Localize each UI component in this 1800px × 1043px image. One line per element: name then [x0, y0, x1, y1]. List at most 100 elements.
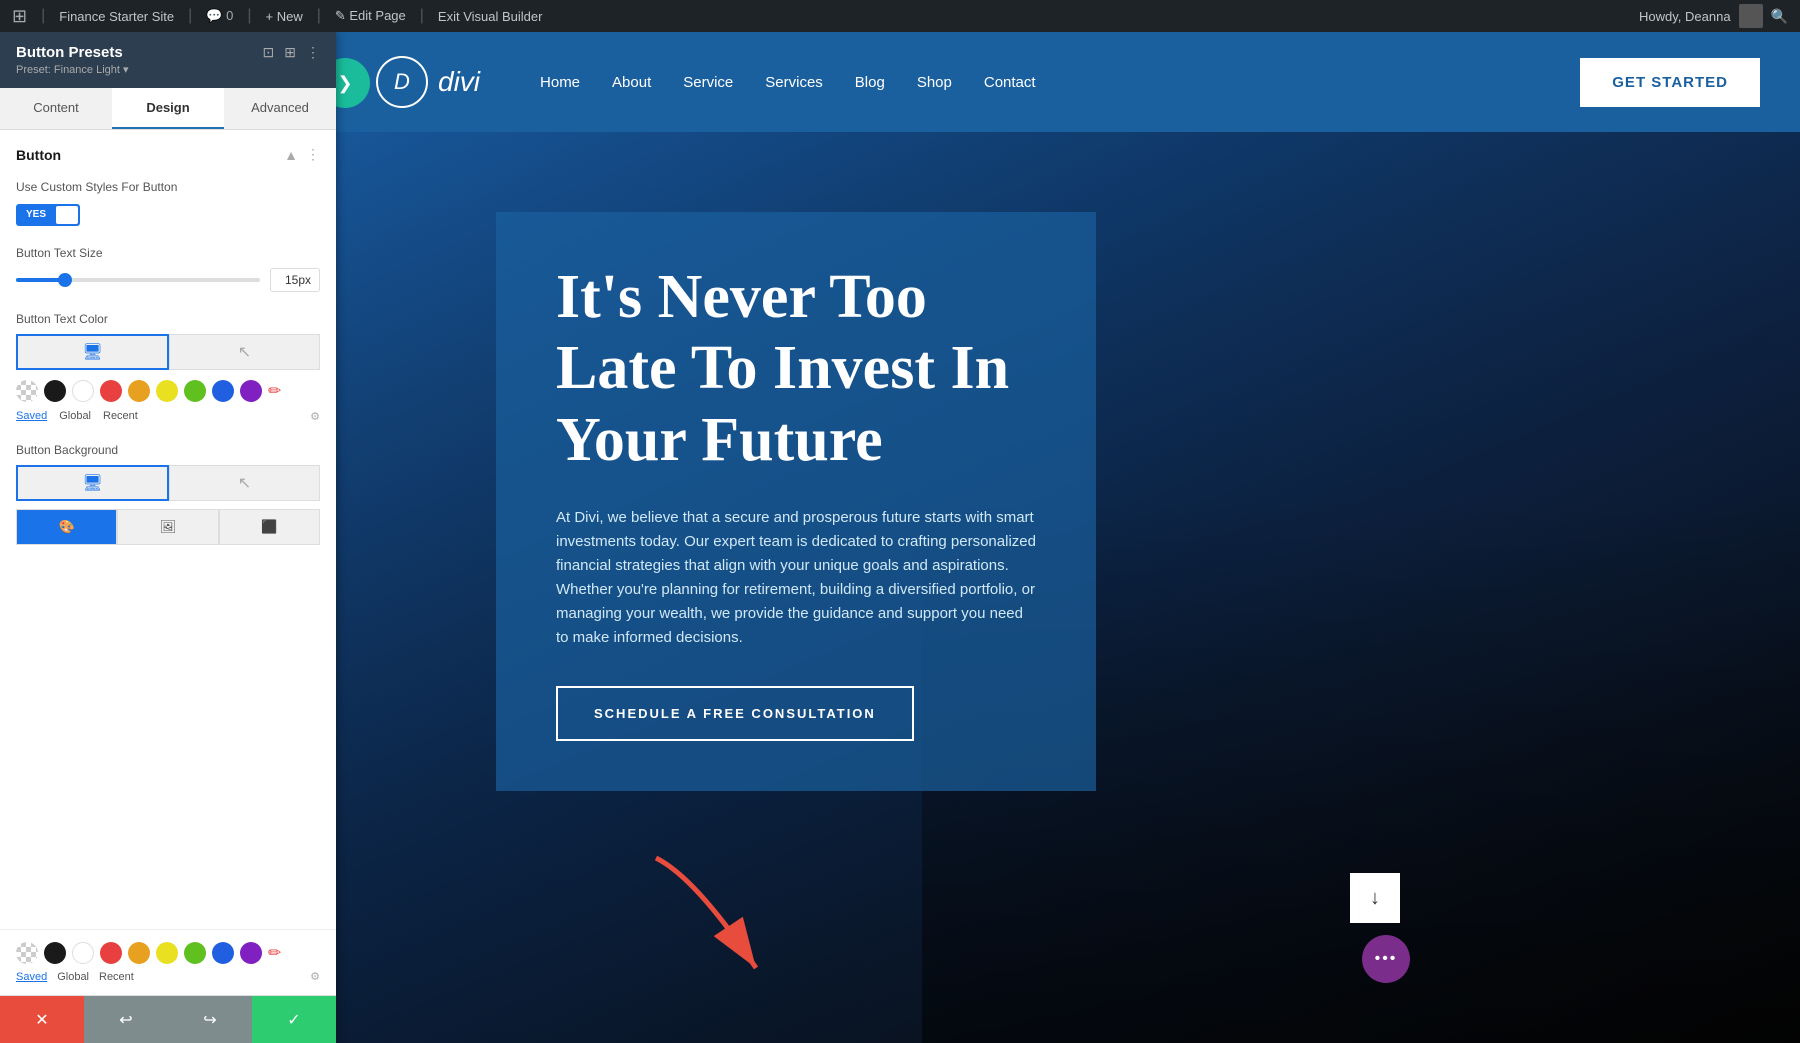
bottom-swatch-transparent[interactable] [16, 942, 38, 964]
color-tab-global[interactable]: Global [59, 410, 91, 423]
slider-thumb[interactable] [58, 273, 72, 287]
bottom-eyedropper-icon[interactable]: ✏ [268, 943, 281, 963]
bottom-tabs-row: Saved Global Recent ⚙ [16, 970, 320, 983]
bottom-tab-recent[interactable]: Recent [99, 971, 134, 983]
right-content: ❯ D divi Home About Service Services Blo… [336, 32, 1800, 1043]
howdy-label: Howdy, Deanna [1639, 9, 1731, 24]
redo-button[interactable]: ↪ [168, 996, 252, 1043]
panel-grid-icon[interactable]: ⊞ [284, 44, 296, 61]
swatch-green[interactable] [184, 380, 206, 402]
bottom-swatch-black[interactable] [44, 942, 66, 964]
button-background-row: Button Background 🖥 ↖ 🎨 🖼 ⬛ [16, 443, 320, 545]
nav-service[interactable]: Service [683, 74, 733, 91]
bg-type-paint[interactable]: 🎨 [16, 509, 117, 545]
swatch-orange[interactable] [128, 380, 150, 402]
swatch-red[interactable] [100, 380, 122, 402]
swatch-black[interactable] [44, 380, 66, 402]
bottom-swatch-red[interactable] [100, 942, 122, 964]
panel-subtitle[interactable]: Preset: Finance Light ▾ [16, 63, 320, 76]
down-arrow-button[interactable]: ↓ [1350, 873, 1400, 923]
bg-arrow-icon-box[interactable]: ↖ [169, 465, 320, 501]
bg-type-image[interactable]: 🖼 [117, 509, 218, 545]
bottom-tab-global[interactable]: Global [57, 971, 89, 983]
logo-text: divi [438, 66, 480, 98]
site-name-link[interactable]: Finance Starter Site [59, 9, 174, 24]
hero-title: It's Never Too Late To Invest In Your Fu… [556, 262, 1036, 476]
wp-logo-icon[interactable]: ⊞ [12, 6, 27, 27]
nav-contact[interactable]: Contact [984, 74, 1036, 91]
site-header: ❯ D divi Home About Service Services Blo… [336, 32, 1800, 132]
bg-label: Button Background [16, 443, 320, 457]
bottom-color-settings-icon[interactable]: ⚙ [310, 970, 320, 983]
toggle-handle [56, 206, 78, 224]
avatar[interactable] [1739, 4, 1763, 28]
bottom-swatch-orange[interactable] [128, 942, 150, 964]
exit-visual-builder-button[interactable]: Exit Visual Builder [438, 9, 543, 24]
slider-track[interactable] [16, 278, 260, 282]
panel-more-icon[interactable]: ⋮ [306, 44, 320, 61]
eyedropper-icon[interactable]: ✏ [268, 381, 281, 401]
bottom-tab-saved[interactable]: Saved [16, 971, 47, 983]
swatch-white[interactable] [72, 380, 94, 402]
hero-box: It's Never Too Late To Invest In Your Fu… [496, 212, 1096, 791]
purple-fab-button[interactable]: ••• [1362, 935, 1410, 983]
slider-value[interactable]: 15px [270, 268, 320, 292]
edit-page-button[interactable]: ✎ Edit Page [335, 8, 406, 24]
nav-home[interactable]: Home [540, 74, 580, 91]
toggle-row: Use Custom Styles For Button YES [16, 179, 320, 226]
bg-cursor-icon: ↖ [238, 473, 251, 493]
toggle-label: Use Custom Styles For Button [16, 179, 320, 196]
tab-content[interactable]: Content [0, 88, 112, 129]
logo-circle: D [376, 56, 428, 108]
swatch-purple[interactable] [240, 380, 262, 402]
color-tab-recent[interactable]: Recent [103, 410, 138, 423]
nav-services[interactable]: Services [765, 74, 823, 91]
toggle-yes-label: YES [18, 206, 54, 223]
bottom-swatch-white[interactable] [72, 942, 94, 964]
float-teal-button[interactable]: ❯ [336, 58, 370, 108]
swatch-yellow[interactable] [156, 380, 178, 402]
hero-subtitle: At Divi, we believe that a secure and pr… [556, 506, 1036, 650]
close-button[interactable]: ✕ [0, 996, 84, 1043]
color-preview-box-monitor[interactable]: 🖥 [16, 334, 169, 370]
save-button[interactable]: ✓ [252, 996, 336, 1043]
panel-expand-icon[interactable]: ⊡ [263, 44, 275, 61]
wp-admin-bar: ⊞ | Finance Starter Site | 💬 0 | + New |… [0, 0, 1800, 32]
comment-icon[interactable]: 💬 0 [206, 8, 233, 24]
bottom-swatch-purple[interactable] [240, 942, 262, 964]
panel-title: Button Presets [16, 44, 123, 61]
monitor-icon: 🖥 [82, 342, 102, 362]
bg-controls: 🖥 ↖ [16, 465, 320, 501]
nav-about[interactable]: About [612, 74, 651, 91]
logo-letter: D [394, 69, 410, 95]
tab-advanced[interactable]: Advanced [224, 88, 336, 129]
bottom-swatch-green[interactable] [184, 942, 206, 964]
toggle-switch[interactable]: YES [16, 204, 80, 226]
search-icon[interactable]: 🔍 [1771, 8, 1788, 25]
bottom-swatch-blue[interactable] [212, 942, 234, 964]
swatch-transparent[interactable] [16, 380, 38, 402]
fab-icon: ••• [1375, 950, 1398, 968]
undo-button[interactable]: ↩ [84, 996, 168, 1043]
color-preview-row: 🖥 ↖ [16, 334, 320, 370]
section-more-icon[interactable]: ⋮ [306, 146, 320, 163]
bottom-swatch-yellow[interactable] [156, 942, 178, 964]
hero-cta-button[interactable]: SCHEDULE A FREE CONSULTATION [556, 686, 914, 741]
nav-shop[interactable]: Shop [917, 74, 952, 91]
panel-title-icons: ⊡ ⊞ ⋮ [263, 44, 320, 61]
bg-monitor-icon-box[interactable]: 🖥 [16, 465, 169, 501]
bg-type-row: 🎨 🖼 ⬛ [16, 509, 320, 545]
new-button[interactable]: + New [266, 9, 303, 24]
color-preview-box-arrow[interactable]: ↖ [169, 334, 320, 370]
color-tab-saved[interactable]: Saved [16, 410, 47, 423]
nav-blog[interactable]: Blog [855, 74, 885, 91]
color-settings-icon[interactable]: ⚙ [310, 410, 320, 423]
bg-monitor-icon: 🖥 [82, 473, 102, 493]
tab-design[interactable]: Design [112, 88, 224, 129]
redo-icon: ↪ [203, 1010, 216, 1030]
section-title: Button [16, 147, 61, 163]
get-started-button[interactable]: GET STARTED [1580, 58, 1760, 107]
bg-type-image2[interactable]: ⬛ [219, 509, 320, 545]
swatch-blue[interactable] [212, 380, 234, 402]
section-collapse-icon[interactable]: ▲ [284, 147, 298, 163]
